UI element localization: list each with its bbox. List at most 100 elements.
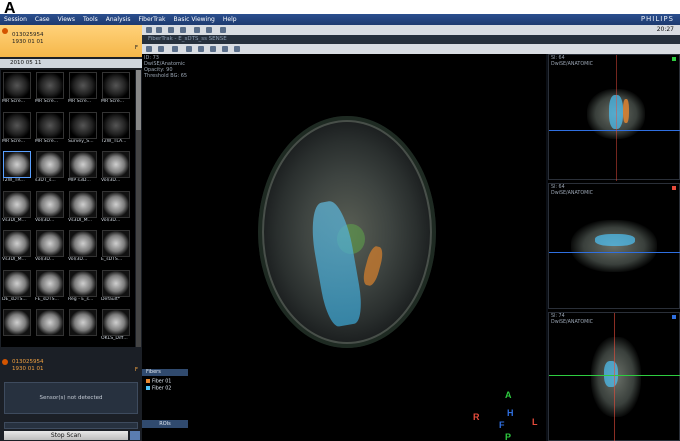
menu-session[interactable]: Session <box>0 16 31 23</box>
thumbnail-label: T2W_TR... <box>2 178 25 183</box>
pencil-icon[interactable] <box>168 27 174 33</box>
series-thumbnail[interactable]: Vs3DI_M... <box>2 190 32 226</box>
menu-basic-viewing[interactable]: Basic Viewing <box>170 16 219 23</box>
series-thumbnail[interactable]: Vol/3D... <box>35 229 65 265</box>
scan-control-icon[interactable] <box>130 431 140 440</box>
thumbnail-label: Default* <box>101 296 121 302</box>
measure-icon[interactable] <box>222 46 228 52</box>
thumbnail-image <box>3 230 31 257</box>
menu-analysis[interactable]: Analysis <box>102 16 135 23</box>
fiber-tool-icon[interactable] <box>234 46 240 52</box>
series-thumbnail[interactable]: Vs3DI_M... <box>2 229 32 265</box>
grid-icon[interactable] <box>156 27 162 33</box>
thumbnail-image <box>36 269 64 297</box>
thumbnail-image <box>102 230 130 257</box>
rotate-icon[interactable] <box>172 46 178 52</box>
series-thumbnail[interactable]: MR Scre... <box>101 71 131 107</box>
coronal-view[interactable]: Sl: 64 DwiSE/ANATOMIC <box>548 54 680 181</box>
patient-birthdate: 1930 01 01 <box>12 39 44 45</box>
fiber-row-02[interactable]: Fiber 02 <box>146 386 171 392</box>
study-date: 2010 05 11 <box>10 60 42 66</box>
menu-help[interactable]: Help <box>219 16 241 23</box>
thumbnail-image <box>102 309 130 336</box>
fiber-label: Fiber 02 <box>152 386 172 392</box>
series-thumbnail[interactable]: Vol/3D... <box>35 190 65 226</box>
roi-tab[interactable]: ROIs <box>142 420 188 428</box>
series-thumbnail[interactable]: Vol/3D... <box>101 150 131 186</box>
brush-icon[interactable] <box>180 27 186 33</box>
fiber-label: Fiber 01 <box>152 379 172 385</box>
viewer-title: FiberTrak - E_sDTS_ss SENSE <box>148 36 227 42</box>
thumbnail-image <box>69 269 97 297</box>
patient-footer[interactable]: 013025954 1930 01 01 F <box>0 357 142 383</box>
layout-icon[interactable] <box>146 27 152 33</box>
scrollbar-knob[interactable] <box>136 70 141 130</box>
series-thumbnail[interactable]: Reg - E_s... <box>68 269 98 305</box>
patient-id-bottom: 013025954 <box>12 359 44 365</box>
thumbnail-label: MR Scre... <box>101 99 125 104</box>
series-thumbnails: MR Scre... MR Scre... MR Scre... MR Scre...… <box>1 70 135 347</box>
thumbnail-scrollbar[interactable] <box>136 70 141 347</box>
move-icon[interactable] <box>194 27 200 33</box>
patient-header[interactable]: 013025954 1930 01 01 F <box>0 25 142 57</box>
view-marker <box>672 57 676 61</box>
patient-panel: 013025954 1930 01 01 F 2010 05 11 MR Scr… <box>0 25 142 441</box>
series-thumbnail[interactable]: MR Scre... <box>2 111 32 147</box>
series-thumbnail[interactable]: T2W_TR... <box>2 150 32 186</box>
fiber-color-swatch <box>146 379 150 383</box>
window-level-icon[interactable] <box>210 46 216 52</box>
fiber-row-01[interactable]: Fiber 01 <box>146 379 171 385</box>
patient-birthdate-bottom: 1930 01 01 <box>12 366 44 372</box>
series-thumbnail[interactable]: DE_sDTS... <box>2 269 32 305</box>
series-thumbnail[interactable]: E_sDTS... <box>101 229 131 265</box>
view-sequence: DwiSE/ANATOMIC <box>551 62 594 67</box>
series-thumbnail[interactable]: Vol/3D... <box>101 190 131 226</box>
series-thumbnail[interactable]: Vs3DI_M... <box>68 190 98 226</box>
series-thumbnail[interactable]: Survey_S... <box>68 111 98 147</box>
main-toolbar: 20:27 <box>142 25 680 35</box>
series-thumbnail[interactable]: Vol/3D... <box>68 229 98 265</box>
thumbnail-image <box>3 269 31 297</box>
sagittal-view[interactable]: Sl: 64 DwiSE/ANATOMIC <box>548 183 680 309</box>
sensor-status-box: Sensor(s) not detected <box>4 382 138 414</box>
sensor-message: Sensor(s) not detected <box>39 395 103 401</box>
series-thumbnail[interactable]: MIP s3D... <box>68 150 98 186</box>
series-thumbnail[interactable]: T2W_TLA... <box>101 111 131 147</box>
zoom-icon[interactable] <box>186 46 192 52</box>
series-thumbnail[interactable] <box>2 308 32 344</box>
thumbnail-label: Reg - E_s... <box>68 296 94 302</box>
print-icon[interactable] <box>220 27 226 33</box>
thumbnail-image <box>3 190 31 218</box>
series-thumbnail[interactable]: FE_sDTS... <box>35 269 65 305</box>
main-viewport[interactable]: ID: 73 DwiSE/Anatomic Opacity: 90 Thresh… <box>142 54 546 441</box>
series-thumbnail[interactable]: MR Scre... <box>35 111 65 147</box>
series-thumbnail[interactable]: s3DT_s... <box>35 150 65 186</box>
thumbnail-image <box>69 309 97 336</box>
menu-views[interactable]: Views <box>54 16 79 23</box>
layout-icon[interactable] <box>146 46 152 52</box>
study-date-bar[interactable]: 2010 05 11 <box>0 59 142 68</box>
undo-icon[interactable] <box>206 27 212 33</box>
menu-fibertrak[interactable]: FiberTrak <box>134 16 169 23</box>
series-thumbnail[interactable]: MR Scre... <box>68 71 98 107</box>
series-thumbnail[interactable]: Default* <box>101 269 131 305</box>
series-thumbnail[interactable] <box>68 308 98 344</box>
series-thumbnail[interactable]: OKLS_Diff... <box>101 308 131 344</box>
series-thumbnail[interactable]: MR Scre... <box>35 71 65 107</box>
fiber-overlay <box>595 234 635 246</box>
pan-icon[interactable] <box>198 46 204 52</box>
series-thumbnail[interactable]: MR Scre... <box>2 71 32 107</box>
view-slice: Sl: 74 <box>551 314 565 319</box>
series-thumbnail[interactable] <box>35 308 65 344</box>
menu-tools[interactable]: Tools <box>79 16 102 23</box>
axial-view[interactable]: Sl: 74 DwiSE/ANATOMIC <box>548 312 680 441</box>
orientation-left: L <box>532 417 538 427</box>
fibertrak-application: Session Case Views Tools Analysis FiberT… <box>0 14 680 441</box>
pencil-icon[interactable] <box>158 46 164 52</box>
stop-scan-button[interactable]: Stop Scan <box>4 431 128 440</box>
patient-id: 013025954 <box>12 32 44 38</box>
thumbnail-image <box>3 151 31 178</box>
menu-case[interactable]: Case <box>31 16 54 23</box>
scan-progress-bar <box>4 422 138 429</box>
fibers-header[interactable]: Fibers <box>142 369 188 376</box>
